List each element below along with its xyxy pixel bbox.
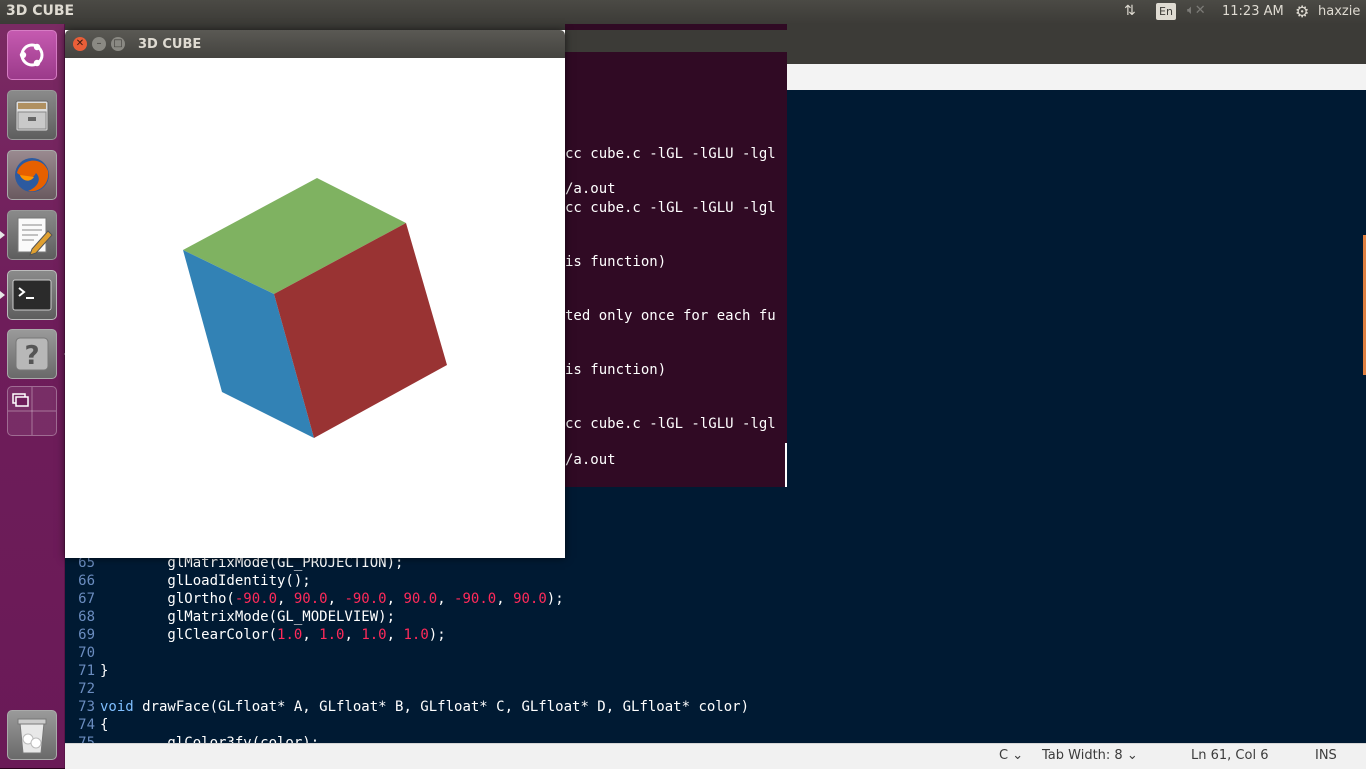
code-number: 1.0 bbox=[361, 627, 387, 643]
code-line: 73 void drawFace(GLfloat* A, GLfloat* B, … bbox=[65, 698, 749, 716]
workspace-switcher-icon bbox=[8, 387, 56, 435]
terminal-cursor bbox=[785, 443, 787, 487]
cube-window-title: 3D CUBE bbox=[138, 37, 202, 52]
code-number: -90.0 bbox=[454, 591, 497, 607]
code-number: 90.0 bbox=[403, 591, 438, 607]
code-number: 1.0 bbox=[319, 627, 345, 643]
network-icon[interactable]: ⇅ bbox=[1124, 3, 1144, 21]
line-number: 66 bbox=[78, 573, 95, 589]
help-icon: ? bbox=[15, 337, 49, 371]
code-line: 70 bbox=[65, 644, 100, 662]
line-number: 72 bbox=[78, 681, 95, 697]
code-text: glMatrixMode(GL_MODELVIEW); bbox=[100, 609, 396, 625]
ubuntu-logo-icon bbox=[19, 43, 44, 67]
code-number: 1.0 bbox=[277, 627, 303, 643]
terminal-line: /a.out bbox=[565, 181, 616, 197]
chevron-down-icon: ⌄ bbox=[1012, 748, 1024, 763]
volume-muted-icon[interactable]: 🔈︎✕ bbox=[1187, 3, 1206, 18]
line-number: 68 bbox=[78, 609, 95, 625]
running-indicator bbox=[0, 291, 5, 299]
cursor-position: Ln 61, Col 6 bbox=[1191, 748, 1269, 763]
code-text: drawFace(GLfloat* A, GLfloat* B, GLfloat… bbox=[133, 699, 750, 715]
terminal-line: cc cube.c -lGL -lGLU -lgl bbox=[565, 416, 776, 432]
insert-mode: INS bbox=[1315, 748, 1337, 763]
keyboard-layout-indicator[interactable]: En bbox=[1156, 3, 1176, 20]
code-number: -90.0 bbox=[344, 591, 387, 607]
editor-statusbar: C ⌄ Tab Width: 8 ⌄ Ln 61, Col 6 INS bbox=[65, 743, 1366, 769]
user-name[interactable]: haxzie bbox=[1318, 4, 1360, 19]
code-number: 90.0 bbox=[293, 591, 328, 607]
code-text: glLoadIdentity(); bbox=[100, 573, 311, 589]
code-line: 68 glMatrixMode(GL_MODELVIEW); bbox=[65, 608, 395, 626]
terminal-line: /a.out bbox=[565, 452, 616, 468]
text-editor-icon bbox=[17, 217, 53, 256]
launcher: ? bbox=[0, 24, 69, 768]
code-number: 1.0 bbox=[403, 627, 429, 643]
active-window-title: 3D CUBE bbox=[6, 3, 75, 19]
terminal-line: ted only once for each fu bbox=[565, 308, 776, 324]
cube-window[interactable]: ✕ – □ 3D CUBE bbox=[65, 30, 565, 558]
language-selector[interactable]: C ⌄ bbox=[999, 748, 1023, 763]
code-text: ); bbox=[546, 591, 564, 607]
running-indicator bbox=[0, 231, 5, 239]
line-number: 74 bbox=[78, 717, 95, 733]
help-button[interactable]: ? bbox=[7, 329, 57, 379]
code-text: glClearColor( bbox=[100, 627, 278, 643]
code-keyword: void bbox=[100, 699, 134, 715]
code-line: 66 glLoadIdentity(); bbox=[65, 572, 311, 590]
code-text: } bbox=[100, 663, 109, 679]
maximize-icon[interactable]: □ bbox=[111, 37, 125, 51]
files-button[interactable] bbox=[7, 90, 57, 140]
code-text: glOrtho( bbox=[100, 591, 235, 607]
terminal-line: cc cube.c -lGL -lGLU -lgl bbox=[565, 200, 776, 216]
top-panel: 3D CUBE ⇅ En 🔈︎✕ 11:23 AM ⚙ haxzie bbox=[0, 0, 1366, 24]
terminal-line: is function) bbox=[565, 362, 667, 378]
trash-icon bbox=[17, 718, 47, 754]
file-cabinet-icon bbox=[15, 100, 49, 132]
cube-canvas[interactable] bbox=[65, 58, 565, 558]
terminal-line: is function) bbox=[565, 254, 667, 270]
cube-window-titlebar[interactable]: ✕ – □ 3D CUBE bbox=[65, 30, 565, 58]
code-line: 71} bbox=[65, 662, 108, 680]
workspace-switcher-button[interactable] bbox=[7, 386, 57, 436]
line-number: 70 bbox=[78, 645, 95, 661]
chevron-down-icon: ⌄ bbox=[1126, 748, 1138, 763]
code-line: 67 glOrtho(-90.0, 90.0, -90.0, 90.0, -90… bbox=[65, 590, 564, 608]
minimize-icon[interactable]: – bbox=[92, 37, 106, 51]
gear-icon[interactable]: ⚙ bbox=[1295, 2, 1309, 21]
code-number: 90.0 bbox=[513, 591, 547, 607]
terminal-button[interactable] bbox=[7, 270, 57, 320]
code-line: 69 glClearColor(1.0, 1.0, 1.0, 1.0); bbox=[65, 626, 446, 644]
code-text: { bbox=[100, 717, 109, 733]
text-editor-button[interactable] bbox=[7, 210, 57, 260]
line-number: 67 bbox=[78, 591, 95, 607]
terminal-icon bbox=[12, 279, 52, 311]
code-text: ); bbox=[428, 627, 446, 643]
terminal-line: cc cube.c -lGL -lGLU -lgl bbox=[565, 146, 776, 162]
code-line: 74 { bbox=[65, 716, 108, 734]
line-number: 69 bbox=[78, 627, 95, 643]
terminal-titlebar[interactable] bbox=[565, 30, 787, 52]
line-number: 71 bbox=[78, 663, 95, 679]
tab-width-selector[interactable]: Tab Width: 8 ⌄ bbox=[1042, 748, 1138, 763]
line-number: 73 bbox=[78, 699, 95, 715]
clock[interactable]: 11:23 AM bbox=[1222, 4, 1284, 19]
editor-tab-bar bbox=[787, 64, 1366, 90]
svg-text:?: ? bbox=[24, 341, 39, 371]
code-line: 72 bbox=[65, 680, 100, 698]
firefox-button[interactable] bbox=[7, 150, 57, 200]
firefox-icon bbox=[15, 158, 49, 192]
trash-button[interactable] bbox=[7, 710, 57, 760]
close-icon[interactable]: ✕ bbox=[73, 37, 87, 51]
code-number: -90.0 bbox=[234, 591, 278, 607]
ubuntu-dash-button[interactable] bbox=[7, 30, 57, 80]
